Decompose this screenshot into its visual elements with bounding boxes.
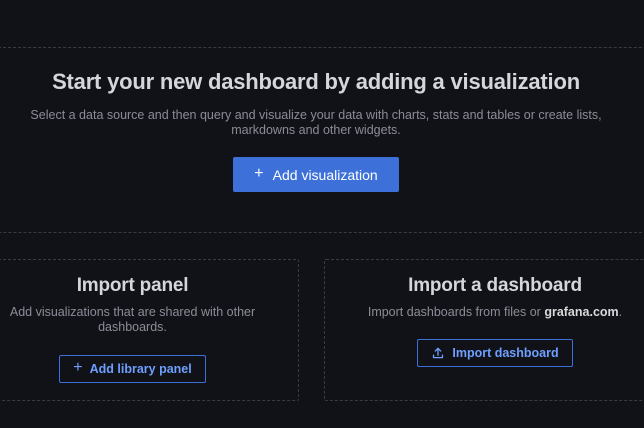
import-dashboard-description-prefix: Import dashboards from files or: [368, 305, 544, 319]
description-line-2: markdowns and other widgets.: [0, 123, 644, 138]
import-panel-description: Add visualizations that are shared with …: [0, 305, 298, 334]
import-dashboard-label: Import dashboard: [452, 346, 558, 360]
grafana-com-link[interactable]: grafana.com: [544, 305, 618, 319]
import-dashboard-card: Import a dashboard Import dashboards fro…: [324, 259, 644, 401]
plus-icon: +: [254, 166, 263, 182]
import-dashboard-title: Import a dashboard: [325, 275, 644, 297]
add-library-panel-label: Add library panel: [90, 362, 192, 376]
import-dashboard-description: Import dashboards from files or grafana.…: [325, 305, 644, 320]
empty-dashboard-panel: Start your new dashboard by adding a vis…: [0, 47, 644, 233]
upload-icon: [431, 346, 445, 360]
import-dashboard-button[interactable]: Import dashboard: [417, 339, 572, 367]
import-panel-title: Import panel: [0, 275, 298, 297]
dashboard-canvas: Start your new dashboard by adding a vis…: [0, 0, 644, 428]
add-visualization-label: Add visualization: [273, 167, 378, 183]
add-visualization-button[interactable]: + Add visualization: [233, 157, 398, 192]
import-panel-card: Import panel Add visualizations that are…: [0, 259, 299, 401]
empty-state-description: Select a data source and then query and …: [0, 108, 644, 138]
import-dashboard-description-suffix: .: [619, 305, 622, 319]
description-line-1: Select a data source and then query and …: [0, 108, 644, 123]
page-title: Start your new dashboard by adding a vis…: [0, 69, 644, 95]
import-panel-description-line-1: Add visualizations that are shared with …: [0, 305, 298, 320]
plus-icon: +: [73, 360, 82, 376]
add-library-panel-button[interactable]: + Add library panel: [59, 355, 205, 383]
import-panel-description-line-2: dashboards.: [0, 320, 298, 335]
